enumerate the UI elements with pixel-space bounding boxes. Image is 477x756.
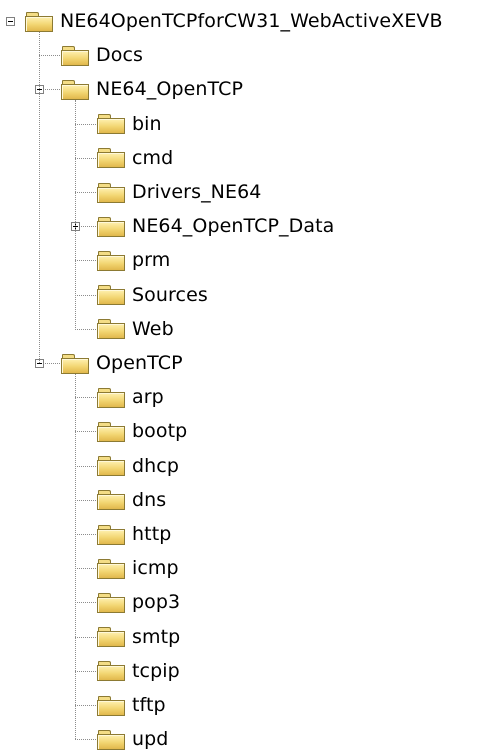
folder-icon (97, 489, 125, 511)
tree-connector (75, 192, 96, 193)
tree-connector (75, 295, 96, 296)
folder-icon (61, 45, 89, 66)
folder-icon (97, 318, 125, 340)
tree-item-smtp[interactable]: smtp (97, 620, 180, 654)
tree-item-icmp[interactable]: icmp (97, 551, 179, 585)
tree-item-docs[interactable]: Docs (61, 38, 143, 72)
tree-item-dhcp[interactable]: dhcp (97, 449, 179, 483)
tree-item-label: dns (132, 488, 167, 511)
folder-icon (25, 11, 53, 32)
tree-item-tftp[interactable]: tftp (97, 688, 166, 722)
tree-item-label: cmd (132, 146, 174, 169)
tree-connector (75, 260, 96, 261)
folder-icon (97, 455, 125, 477)
folder-icon (97, 284, 125, 306)
tree-item-label: icmp (132, 557, 179, 580)
tree-item-ne64-opentcp[interactable]: NE64_OpenTCP (61, 72, 243, 106)
tree-item-cmd[interactable]: cmd (97, 141, 173, 175)
tree-item-label: pop3 (132, 591, 181, 614)
tree-item-label: NE64OpenTCPforCW31_WebActiveXEVB (60, 10, 443, 32)
tree-connector (75, 158, 96, 159)
tree-item-upd[interactable]: upd (97, 722, 168, 756)
folder-icon (97, 695, 125, 716)
tree-connector (75, 397, 96, 398)
tree-connector (75, 671, 96, 672)
folder-icon (97, 524, 125, 545)
tree-item-label: Sources (132, 283, 208, 306)
tree-connector (75, 739, 96, 740)
tree-connector (75, 466, 96, 467)
tree-item-opentcp[interactable]: OpenTCP (61, 346, 183, 380)
tree-item-label: Drivers_NE64 (132, 181, 262, 203)
folder-icon (97, 216, 125, 237)
tree-item-tcpip[interactable]: tcpip (97, 654, 180, 688)
folder-icon (97, 387, 125, 408)
tree-item-label: prm (132, 249, 171, 272)
folder-icon (97, 558, 125, 579)
folder-icon (61, 79, 89, 100)
tree-connector (75, 705, 96, 706)
tree-item-ne64-opentcp-data[interactable]: NE64_OpenTCP_Data (97, 209, 334, 243)
tree-connector (75, 329, 96, 330)
tree-connector (75, 534, 96, 535)
tree-connector (39, 32, 40, 363)
tree-item-bin[interactable]: bin (97, 107, 162, 141)
tree-item-label: bin (132, 112, 162, 135)
folder-icon (97, 626, 125, 648)
tree-item-dns[interactable]: dns (97, 483, 166, 517)
folder-icon (97, 113, 125, 135)
tree-item-ne64opentcpforcw31-webactivexevb[interactable]: NE64OpenTCPforCW31_WebActiveXEVB (25, 4, 443, 38)
tree-item-prm[interactable]: prm (97, 243, 170, 277)
tree-item-label: OpenTCP (96, 352, 183, 374)
tree-item-drivers-ne64[interactable]: Drivers_NE64 (97, 175, 261, 209)
tree-item-label: dhcp (132, 454, 180, 477)
folder-icon (97, 147, 125, 169)
tree-item-label: NE64_OpenTCP (96, 78, 244, 101)
folder-tree: NE64OpenTCPforCW31_WebActiveXEVB Docs NE64… (0, 0, 477, 753)
tree-connector (75, 124, 96, 125)
folder-icon (97, 421, 125, 442)
tree-connector (75, 500, 96, 501)
folder-icon (97, 182, 125, 203)
tree-item-web[interactable]: Web (97, 312, 174, 346)
tree-item-label: Web (132, 317, 174, 340)
tree-item-label: upd (132, 728, 169, 751)
folder-icon (97, 660, 125, 682)
tree-item-label: smtp (132, 625, 181, 648)
tree-item-label: NE64_OpenTCP_Data (132, 215, 335, 238)
tree-item-label: http (132, 523, 172, 545)
tree-connector (75, 374, 76, 739)
tree-connector (75, 431, 96, 432)
tree-connector (39, 55, 60, 56)
tree-item-pop3[interactable]: pop3 (97, 585, 180, 619)
tree-item-sources[interactable]: Sources (97, 278, 208, 312)
tree-item-arp[interactable]: arp (97, 380, 164, 414)
tree-connector (75, 637, 96, 638)
folder-icon (97, 250, 125, 271)
tree-connector (75, 568, 96, 569)
tree-item-bootp[interactable]: bootp (97, 414, 187, 448)
tree-item-label: tcpip (132, 659, 180, 682)
folder-icon (97, 592, 125, 613)
tree-item-http[interactable]: http (97, 517, 171, 551)
tree-connector (75, 100, 76, 328)
minus-box-icon[interactable] (6, 17, 15, 26)
tree-connector (75, 602, 96, 603)
tree-item-label: tftp (132, 694, 166, 716)
tree-item-label: bootp (132, 420, 188, 443)
tree-item-label: arp (132, 386, 164, 409)
folder-icon (61, 353, 89, 374)
folder-icon (97, 729, 125, 750)
tree-item-label: Docs (96, 44, 144, 67)
